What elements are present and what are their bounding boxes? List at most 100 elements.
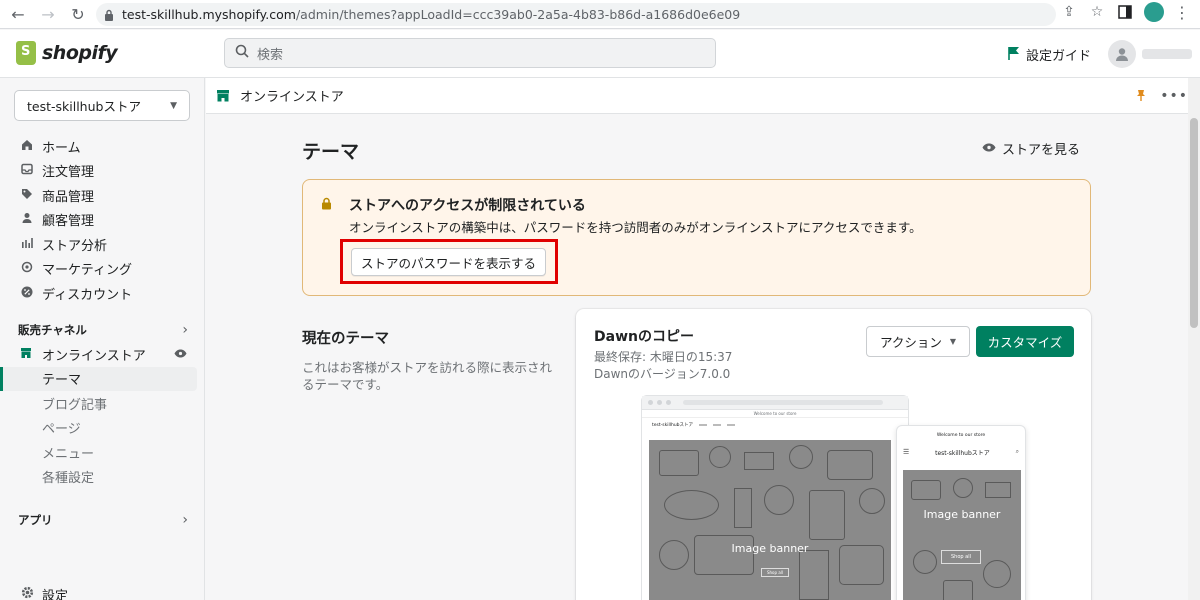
sidebar-subitem-navigation[interactable]: メニュー	[0, 440, 205, 465]
gear-icon	[20, 586, 34, 600]
storefront-icon	[216, 89, 232, 103]
sidebar-item-settings[interactable]: 設定	[0, 582, 68, 600]
preview-browser-chrome	[642, 396, 908, 410]
person-icon	[20, 212, 34, 227]
sidebar-subitem-label: テーマ	[42, 373, 82, 389]
chevron-right-icon: ›	[182, 512, 188, 528]
mobile-store-name: test-skillhubストア	[935, 449, 990, 457]
sidebar: test-skillhubストア ▼ ホーム 注文管理 商品管理 顧客管理 スト…	[0, 78, 205, 600]
sidebar-item-label: 注文管理	[42, 165, 95, 181]
preview-store-name: test-skillhubストア	[652, 422, 694, 428]
search-placeholder: 検索	[257, 47, 284, 63]
user-avatar-icon[interactable]	[1108, 40, 1136, 68]
customize-button[interactable]: カスタマイズ	[976, 326, 1074, 357]
preview-nav: test-skillhubストア	[642, 418, 908, 431]
sidebar-subitem-pages[interactable]: ページ	[0, 416, 205, 441]
tag-icon	[20, 188, 34, 203]
sidebar-item-label: 商品管理	[42, 189, 95, 205]
apps-header[interactable]: アプリ ›	[18, 512, 188, 528]
view-store-label: ストアを見る	[1001, 143, 1080, 158]
sidebar-subitem-blog-posts[interactable]: ブログ記事	[0, 391, 205, 416]
setup-guide-button[interactable]: 設定ガイド	[1008, 45, 1091, 64]
setup-guide-label: 設定ガイド	[1026, 49, 1092, 64]
actions-button[interactable]: アクション ▼	[866, 326, 970, 357]
preview-shop-button: Shop all	[761, 568, 789, 577]
eye-icon	[982, 141, 996, 156]
sidebar-item-analytics[interactable]: ストア分析	[0, 232, 205, 257]
sidebar-item-customers[interactable]: 顧客管理	[0, 208, 205, 233]
bookmark-star-icon[interactable]: ☆	[1088, 3, 1106, 21]
sidebar-subitem-label: ページ	[42, 422, 81, 438]
reload-icon[interactable]: ↻	[66, 2, 90, 26]
current-theme-card: Dawnのコピー 最終保存: 木曜日の15:37 Dawnのバージョン7.0.0…	[576, 309, 1091, 600]
current-theme-description: これはお客様がストアを訪れる際に表示されるテーマです。	[302, 360, 553, 392]
lock-icon	[104, 9, 114, 21]
page-scrollbar[interactable]	[1188, 78, 1200, 600]
preview-announcement: Welcome to our store	[642, 410, 908, 418]
view-store-link[interactable]: ストアを見る	[982, 139, 1080, 158]
target-icon	[20, 261, 34, 276]
browser-menu-icon[interactable]: ⋮	[1174, 3, 1190, 22]
sidebar-item-label: ストア分析	[42, 238, 108, 254]
browser-toolbar: ← → ↻ test-skillhub.myshopify.com/admin/…	[0, 0, 1200, 29]
store-selector[interactable]: test-skillhubストア ▼	[14, 90, 190, 121]
desktop-preview: Welcome to our store test-skillhubストア Im…	[641, 395, 909, 600]
pin-icon[interactable]	[1136, 89, 1146, 104]
admin-topbar: shopify 検索 設定ガイド	[0, 30, 1200, 78]
sales-channels-header[interactable]: 販売チャネル ›	[18, 322, 188, 338]
main-nav: ホーム 注文管理 商品管理 顧客管理 ストア分析 マーケティング ディスカウント	[0, 134, 205, 306]
sales-channels-label: 販売チャネル	[18, 323, 87, 337]
url-text: test-skillhub.myshopify.com/admin/themes…	[122, 7, 741, 22]
sidebar-subitem-label: メニュー	[42, 446, 95, 462]
sidebar-item-orders[interactable]: 注文管理	[0, 159, 205, 184]
search-input[interactable]: 検索	[224, 38, 716, 68]
profile-avatar[interactable]	[1144, 2, 1164, 22]
sidebar-item-home[interactable]: ホーム	[0, 134, 205, 159]
apps-label: アプリ	[18, 513, 53, 527]
mobile-hero-image: Image banner Shop all	[903, 470, 1021, 600]
search-icon	[235, 44, 249, 62]
back-icon[interactable]: ←	[6, 2, 30, 26]
share-icon[interactable]: ⇪	[1060, 3, 1078, 21]
preview-hero-image: Image banner Shop all	[649, 440, 891, 600]
highlight-frame: ストアのパスワードを表示する	[340, 239, 558, 284]
theme-name: Dawnのコピー	[594, 329, 694, 345]
eye-icon[interactable]	[174, 347, 187, 361]
chevron-right-icon: ›	[182, 322, 188, 338]
sidebar-subitem-themes[interactable]: テーマ	[0, 366, 197, 391]
page-title: テーマ	[302, 141, 360, 163]
sidebar-subitem-preferences[interactable]: 各種設定	[0, 465, 205, 490]
more-actions-icon[interactable]: •••	[1160, 88, 1188, 104]
online-store-label: オンラインストア	[42, 348, 146, 364]
mobile-header: ☰ test-skillhubストア ⌕	[897, 440, 1025, 464]
shopify-bag-icon	[16, 41, 36, 65]
lock-icon	[321, 197, 332, 214]
sidebar-item-marketing[interactable]: マーケティング	[0, 257, 205, 282]
caret-down-icon: ▼	[170, 100, 177, 111]
actions-label: アクション	[879, 335, 942, 350]
sidebar-item-discounts[interactable]: ディスカウント	[0, 281, 205, 306]
side-panel-icon[interactable]	[1116, 3, 1134, 21]
discount-icon	[20, 286, 34, 301]
mobile-shop-button: Shop all	[941, 550, 981, 564]
banner-text: オンラインストアの構築中は、パスワードを持つ訪問者のみがオンラインストアにアクセ…	[349, 220, 922, 235]
shopify-logo[interactable]: shopify	[16, 41, 118, 65]
sidebar-item-label: ホーム	[42, 140, 81, 156]
app-header: オンラインストア •••	[206, 78, 1200, 114]
sidebar-item-label: ディスカウント	[42, 287, 133, 303]
forward-icon[interactable]: →	[36, 2, 60, 26]
theme-last-saved: 最終保存: 木曜日の15:37	[594, 350, 733, 364]
caret-down-icon: ▼	[949, 337, 957, 346]
sidebar-item-online-store[interactable]: オンラインストア	[0, 342, 205, 367]
sidebar-item-products[interactable]: 商品管理	[0, 183, 205, 208]
menu-icon: ☰	[903, 448, 910, 456]
storefront-icon	[20, 347, 34, 362]
inbox-icon	[20, 163, 34, 178]
sidebar-subitem-label: ブログ記事	[42, 397, 108, 413]
scrollbar-thumb[interactable]	[1190, 118, 1198, 328]
logo-text: shopify	[42, 42, 118, 64]
flag-icon	[1008, 46, 1020, 64]
show-password-button[interactable]: ストアのパスワードを表示する	[351, 248, 546, 276]
address-bar[interactable]: test-skillhub.myshopify.com/admin/themes…	[96, 3, 1056, 26]
mobile-announcement: Welcome to our store	[936, 432, 986, 438]
